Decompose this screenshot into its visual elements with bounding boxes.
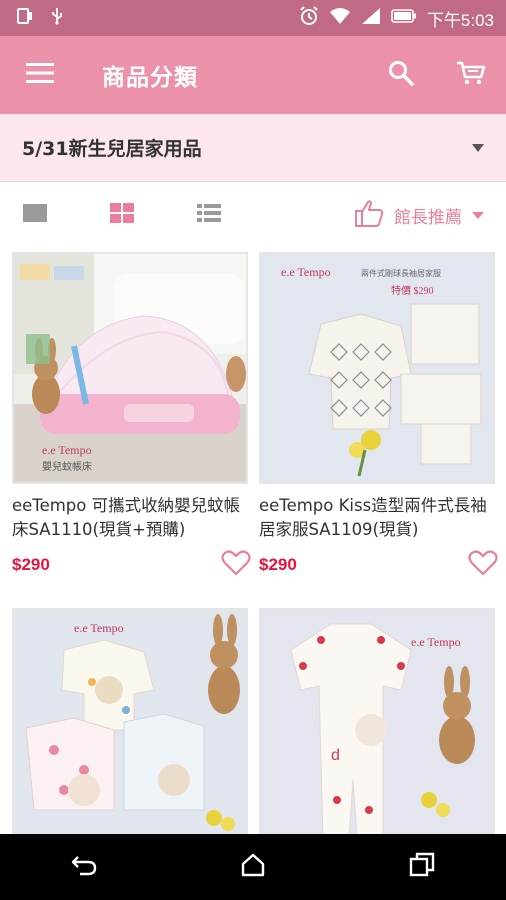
category-label: 5/31新生兒居家用品 xyxy=(22,138,202,160)
system-nav-bar xyxy=(0,834,506,900)
search-icon xyxy=(388,60,414,90)
heart-icon xyxy=(221,550,251,580)
product-title[interactable]: eeTempo Kiss造型兩件式長袖居家服SA1109(現貨) xyxy=(259,494,499,542)
list-view-icon xyxy=(197,204,221,226)
battery-icon xyxy=(391,9,417,27)
image-brand-text: e.e Tempo xyxy=(411,635,461,649)
tablet-icon xyxy=(16,7,34,29)
image-caption-text: 嬰兒蚊帳床 xyxy=(42,460,92,473)
svg-text:d: d xyxy=(331,747,340,764)
recents-icon xyxy=(409,852,435,882)
image-brand-text: e.e Tempo xyxy=(74,621,124,635)
sort-caret-icon xyxy=(472,211,484,219)
wifi-icon xyxy=(329,7,351,29)
grid-view-icon xyxy=(110,203,134,227)
favorite-button[interactable] xyxy=(220,549,252,581)
home-button[interactable] xyxy=(213,834,293,900)
heart-icon xyxy=(468,550,498,580)
status-bar: 下午5:03 xyxy=(0,0,506,36)
image-price-text: 特價 $290 xyxy=(391,284,434,297)
menu-button[interactable] xyxy=(0,36,80,114)
thumbs-up-icon xyxy=(354,199,384,232)
product-image[interactable]: e.e Tempo 兩件式剛球長袖居家服 特價 $290 xyxy=(259,252,495,484)
image-caption-text: 兩件式剛球長袖居家服 xyxy=(361,268,441,278)
signal-icon xyxy=(361,7,381,29)
dropdown-arrow-icon xyxy=(472,143,484,152)
image-brand-text: e.e Tempo xyxy=(281,265,331,279)
page-title: 商品分類 xyxy=(102,65,198,91)
cart-button[interactable] xyxy=(436,36,506,114)
single-view-icon xyxy=(23,204,47,226)
product-image[interactable]: e.e Tempo xyxy=(12,608,248,834)
grid-view-button[interactable] xyxy=(70,182,174,248)
usb-icon xyxy=(50,7,64,29)
product-price: $290 xyxy=(12,555,50,574)
image-brand-text: e.e Tempo xyxy=(42,443,92,457)
cart-icon xyxy=(456,60,486,90)
product-card[interactable]: e.e Tempo d xyxy=(259,608,499,834)
list-view-button[interactable] xyxy=(174,182,244,248)
product-image[interactable]: e.e Tempo 嬰兒蚊帳床 xyxy=(12,252,248,484)
search-button[interactable] xyxy=(366,36,436,114)
home-icon xyxy=(239,853,267,881)
product-grid: e.e Tempo 嬰兒蚊帳床 eeTempo 可攜式收納嬰兒蚊帳床SA1110… xyxy=(0,248,506,834)
product-price: $290 xyxy=(259,555,297,574)
single-view-button[interactable] xyxy=(0,182,70,248)
clock: 下午5:03 xyxy=(426,10,494,30)
category-selector[interactable]: 5/31新生兒居家用品 xyxy=(0,114,506,182)
sort-dropdown[interactable]: 館長推薦 xyxy=(354,199,484,232)
view-toolbar: 館長推薦 xyxy=(0,182,506,248)
product-card[interactable]: e.e Tempo 嬰兒蚊帳床 eeTempo 可攜式收納嬰兒蚊帳床SA1110… xyxy=(12,252,252,580)
product-card[interactable]: e.e Tempo 兩件式剛球長袖居家服 特價 $290 eeTempo Kis… xyxy=(259,252,499,580)
favorite-button[interactable] xyxy=(467,549,499,581)
menu-icon xyxy=(26,62,54,88)
back-button[interactable] xyxy=(44,834,124,900)
app-bar: 商品分類 xyxy=(0,36,506,114)
sort-label: 館長推薦 xyxy=(394,207,462,228)
back-icon xyxy=(70,853,98,881)
product-image[interactable]: e.e Tempo d xyxy=(259,608,495,834)
product-card[interactable]: e.e Tempo xyxy=(12,608,252,834)
recents-button[interactable] xyxy=(382,834,462,900)
alarm-icon xyxy=(299,6,319,30)
product-title[interactable]: eeTempo 可攜式收納嬰兒蚊帳床SA1110(現貨+預購) xyxy=(12,494,252,542)
